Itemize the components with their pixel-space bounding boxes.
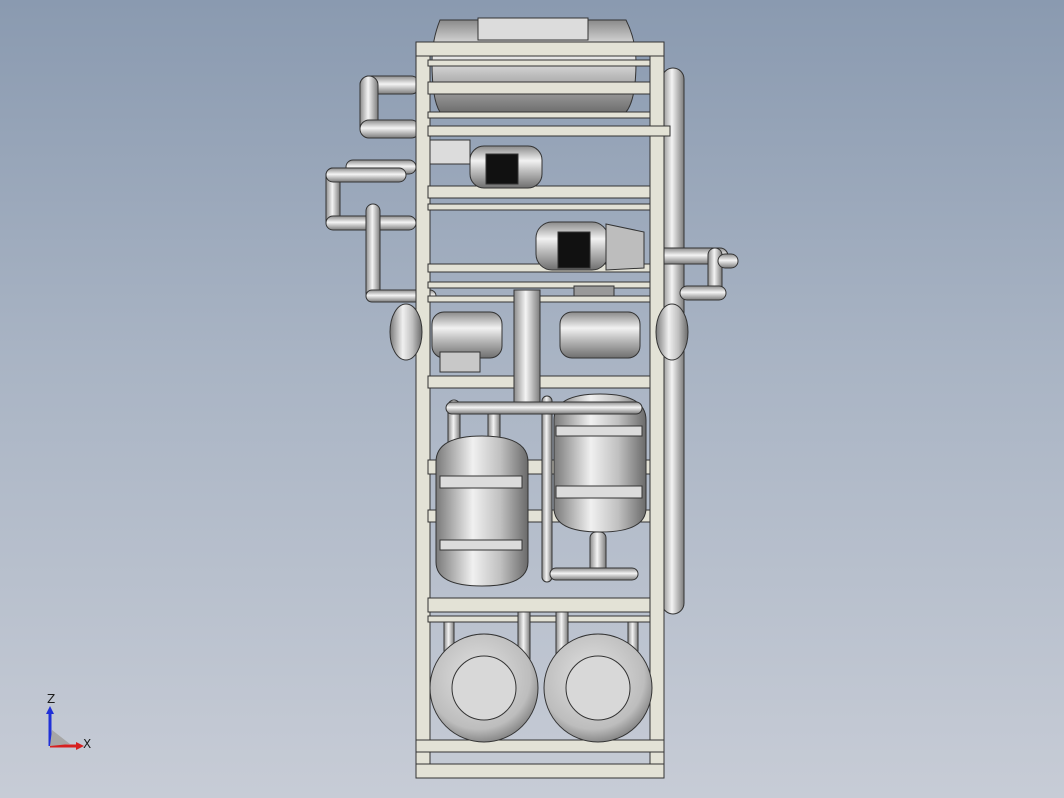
cad-viewport[interactable]: Z X — [0, 0, 1064, 798]
upper-motor[interactable] — [429, 139, 543, 189]
y-axis-plane — [50, 730, 70, 746]
left-vessel[interactable] — [435, 399, 529, 587]
axis-triad: Z X — [46, 692, 91, 751]
z-axis-arrow — [46, 706, 54, 714]
equipment-skid-model[interactable] — [0, 0, 1064, 798]
bottom-filters[interactable] — [429, 611, 653, 743]
x-axis-label: X — [83, 737, 91, 751]
z-axis-label: Z — [47, 692, 55, 706]
pump-assembly[interactable] — [389, 289, 689, 411]
